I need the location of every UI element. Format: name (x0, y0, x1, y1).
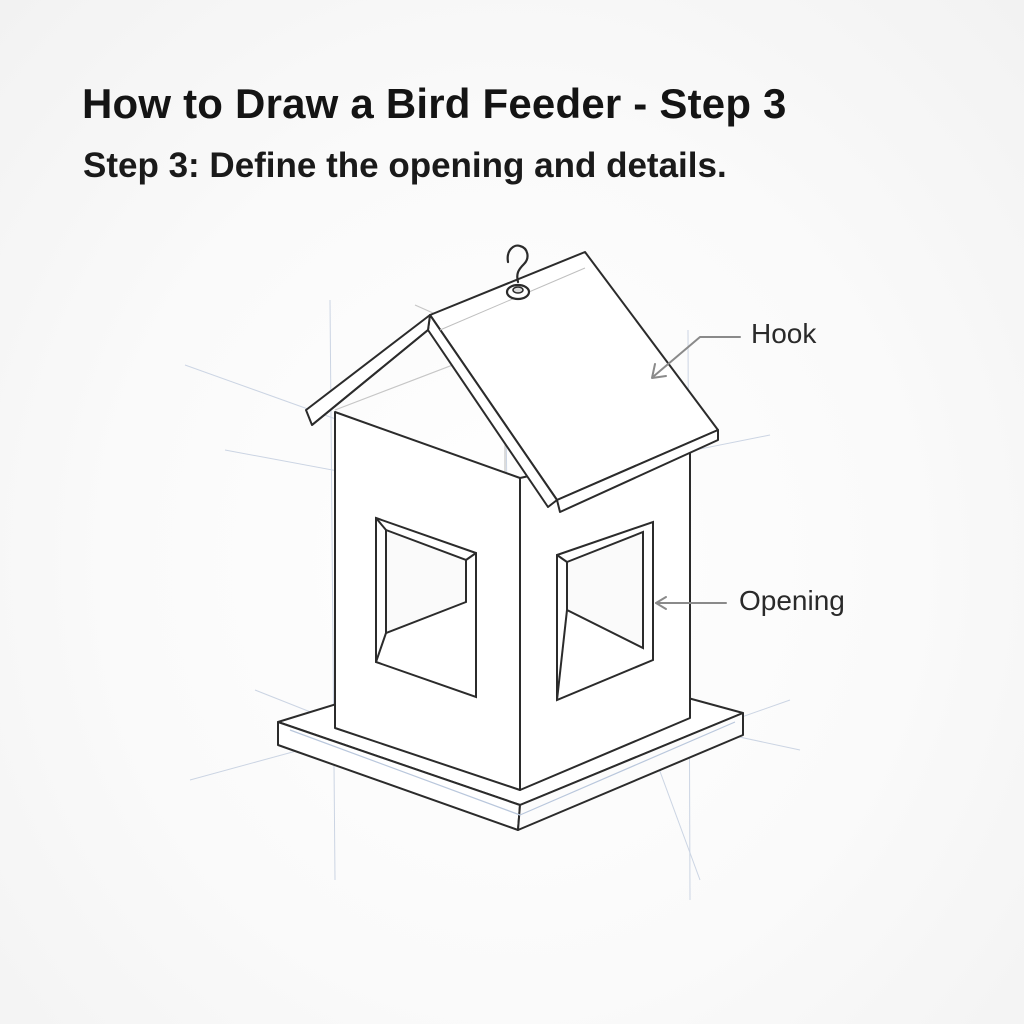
page-title: How to Draw a Bird Feeder - Step 3 (82, 80, 787, 127)
step-instruction: Step 3: Define the opening and details. (83, 146, 727, 185)
opening-label: Opening (739, 585, 845, 616)
hook-label: Hook (751, 318, 817, 349)
hook-icon (505, 244, 531, 301)
tutorial-page: How to Draw a Bird Feeder - Step 3 Step … (0, 0, 1024, 1024)
